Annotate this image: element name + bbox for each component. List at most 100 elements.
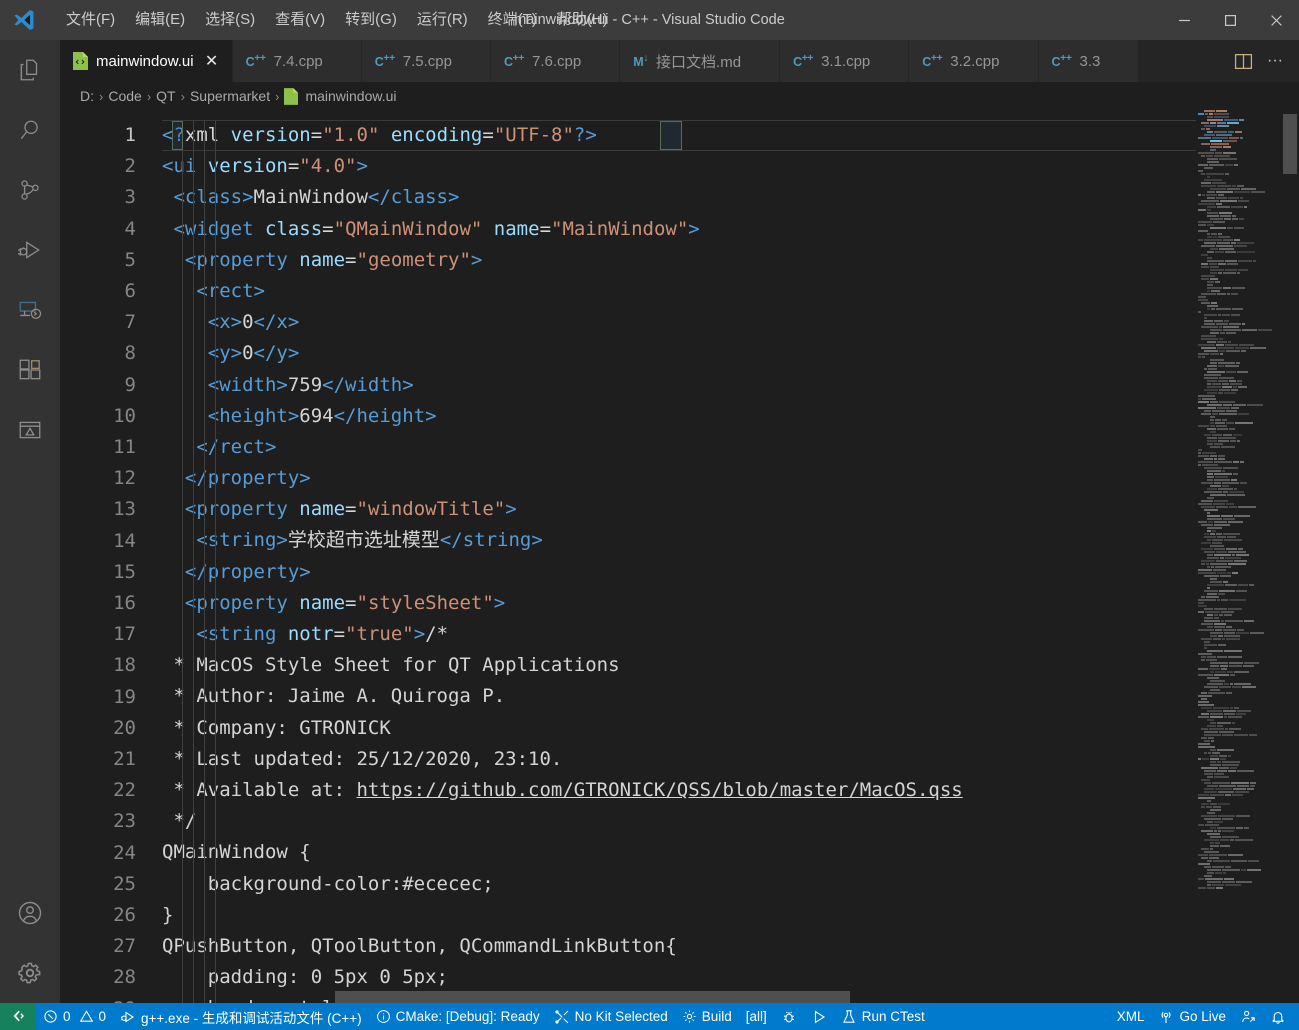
- cmake-target-button[interactable]: [all]: [739, 1003, 774, 1030]
- code-line[interactable]: </property>: [162, 463, 1299, 494]
- menu-run[interactable]: 运行(R): [407, 7, 478, 33]
- minimap-token: [1217, 572, 1226, 574]
- minimap-line: [1196, 818, 1280, 820]
- code-line[interactable]: <string>学校超市选址模型</string>: [162, 525, 1299, 556]
- kit-status[interactable]: No Kit Selected: [547, 1003, 675, 1030]
- code-line[interactable]: */: [162, 806, 1299, 837]
- code-line[interactable]: <property name="styleSheet">: [162, 588, 1299, 619]
- tab-mainwindow-ui[interactable]: mainwindow.ui ✕: [60, 40, 233, 82]
- menu-file[interactable]: 文件(F): [56, 7, 125, 33]
- code-line[interactable]: * Author: Jaime A. Quiroga P.: [162, 681, 1299, 712]
- minimap-token: [1217, 293, 1226, 295]
- breadcrumb-drive[interactable]: D:: [80, 88, 94, 104]
- build-task-status[interactable]: g++.exe - 生成和调试活动文件 (C++): [113, 1003, 369, 1030]
- code-line[interactable]: <?xml version="1.0" encoding="UTF-8"?>: [162, 120, 1299, 151]
- code-line[interactable]: <rect>: [162, 276, 1299, 307]
- menu-terminal[interactable]: 终端(T): [478, 7, 547, 33]
- code-token: <x>: [207, 311, 243, 334]
- minimap-token: [1212, 542, 1222, 544]
- explorer-icon[interactable]: [0, 40, 60, 100]
- editor-vertical-scrollbar[interactable]: [1280, 110, 1299, 1003]
- minimap-token: [1214, 773, 1224, 775]
- close-button[interactable]: [1253, 0, 1299, 40]
- minimap-token: [1209, 164, 1224, 166]
- test-preview-icon[interactable]: [0, 400, 60, 460]
- code-link[interactable]: https://github.com/GTRONICK/QSS/blob/mas…: [356, 779, 962, 801]
- code-line[interactable]: </rect>: [162, 432, 1299, 463]
- remote-explorer-icon[interactable]: [0, 280, 60, 340]
- scrollbar-thumb[interactable]: [1283, 114, 1297, 174]
- code-line[interactable]: }: [162, 900, 1299, 931]
- ctest-button[interactable]: Run CTest: [834, 1003, 932, 1030]
- code-line[interactable]: * Company: GTRONICK: [162, 713, 1299, 744]
- settings-gear-icon[interactable]: [0, 943, 60, 1003]
- minimize-button[interactable]: [1161, 0, 1207, 40]
- language-mode-status[interactable]: XML: [1110, 1003, 1152, 1030]
- tab-3-2-cpp[interactable]: C++ 3.2.cpp ✕: [909, 40, 1039, 82]
- minimap-token: [1233, 461, 1239, 463]
- code-line[interactable]: <widget class="QMainWindow" name="MainWi…: [162, 214, 1299, 245]
- tab-7-6-cpp[interactable]: C++ 7.6.cpp ✕: [491, 40, 621, 82]
- code-line[interactable]: <string notr="true">/*: [162, 619, 1299, 650]
- minimap[interactable]: [1196, 110, 1280, 1003]
- code-line[interactable]: * Available at: https://github.com/GTRON…: [162, 775, 1299, 806]
- run-debug-icon[interactable]: [0, 220, 60, 280]
- minimap-token: [1214, 626, 1225, 628]
- menu-help[interactable]: 帮助(H): [547, 7, 618, 33]
- code-line[interactable]: QMainWindow {: [162, 837, 1299, 868]
- minimap-token: [1213, 503, 1225, 505]
- notifications-status[interactable]: [1263, 1003, 1293, 1030]
- remote-person-status[interactable]: [1233, 1003, 1263, 1030]
- breadcrumb-file[interactable]: mainwindow.ui: [284, 87, 397, 105]
- search-icon[interactable]: [0, 100, 60, 160]
- code-content[interactable]: <?xml version="1.0" encoding="UTF-8"?> <u…: [162, 110, 1299, 1003]
- account-icon[interactable]: [0, 883, 60, 943]
- more-actions-icon[interactable]: ···: [1261, 47, 1289, 75]
- problems-status[interactable]: 0 0: [36, 1003, 113, 1030]
- minimap-line: [1196, 167, 1280, 169]
- code-line[interactable]: <y>0</y>: [162, 338, 1299, 369]
- code-line[interactable]: <ui version="4.0">: [162, 151, 1299, 182]
- minimap-line: [1196, 776, 1280, 778]
- minimap-token: [1205, 611, 1220, 613]
- code-line[interactable]: <class>MainWindow</class>: [162, 182, 1299, 213]
- remote-window-icon[interactable]: [0, 1003, 36, 1030]
- cmake-run-button[interactable]: [804, 1003, 834, 1030]
- tab-7-4-cpp[interactable]: C++ 7.4.cpp ✕: [232, 40, 362, 82]
- minimap-line: [1196, 161, 1280, 163]
- code-line[interactable]: background-color:#ececec;: [162, 869, 1299, 900]
- code-line[interactable]: <x>0</x>: [162, 307, 1299, 338]
- tab-3-1-cpp[interactable]: C++ 3.1.cpp ✕: [780, 40, 910, 82]
- menu-view[interactable]: 查看(V): [265, 7, 335, 33]
- code-line[interactable]: </property>: [162, 557, 1299, 588]
- tab-interface-doc-md[interactable]: M↓ 接口文档.md ✕: [620, 40, 781, 82]
- breadcrumb-supermarket[interactable]: Supermarket: [190, 88, 270, 104]
- maximize-button[interactable]: [1207, 0, 1253, 40]
- split-editor-icon[interactable]: [1229, 47, 1257, 75]
- breadcrumb-qt[interactable]: QT: [156, 88, 175, 104]
- code-line[interactable]: <property name="geometry">: [162, 245, 1299, 276]
- tab-close-icon[interactable]: ✕: [205, 51, 219, 71]
- cmake-build-button[interactable]: Build: [675, 1003, 739, 1030]
- code-line[interactable]: <width>759</width>: [162, 370, 1299, 401]
- code-line[interactable]: QPushButton, QToolButton, QCommandLinkBu…: [162, 931, 1299, 962]
- breadcrumb-code[interactable]: Code: [108, 88, 141, 104]
- code-line[interactable]: <property name="windowTitle">: [162, 494, 1299, 525]
- tab-7-5-cpp[interactable]: C++ 7.5.cpp ✕: [361, 40, 491, 82]
- source-control-icon[interactable]: [0, 160, 60, 220]
- go-live-status[interactable]: Go Live: [1151, 1003, 1233, 1030]
- code-editor[interactable]: 1 2 3 4 5 6 7 8 9 10 11 12 13 14 15 16 17 18 19 20 21 22 23 24 2…: [60, 110, 1299, 1003]
- tab-3-3-cpp[interactable]: C++ 3.3 ✕: [1038, 40, 1140, 82]
- code-line[interactable]: <height>694</height>: [162, 401, 1299, 432]
- menu-edit[interactable]: 编辑(E): [125, 7, 195, 33]
- menu-selection[interactable]: 选择(S): [195, 7, 265, 33]
- editor-horizontal-scrollbar[interactable]: [335, 991, 850, 1003]
- code-line[interactable]: * MacOS Style Sheet for QT Applications: [162, 650, 1299, 681]
- cmake-debug-button[interactable]: [774, 1003, 804, 1030]
- cmake-status[interactable]: CMake: [Debug]: Ready: [369, 1003, 547, 1030]
- minimap-token: [1207, 650, 1223, 652]
- code-line[interactable]: padding: 0 5px 0 5px;: [162, 962, 1299, 993]
- menu-go[interactable]: 转到(G): [335, 7, 407, 33]
- extensions-icon[interactable]: [0, 340, 60, 400]
- code-line[interactable]: * Last updated: 25/12/2020, 23:10.: [162, 744, 1299, 775]
